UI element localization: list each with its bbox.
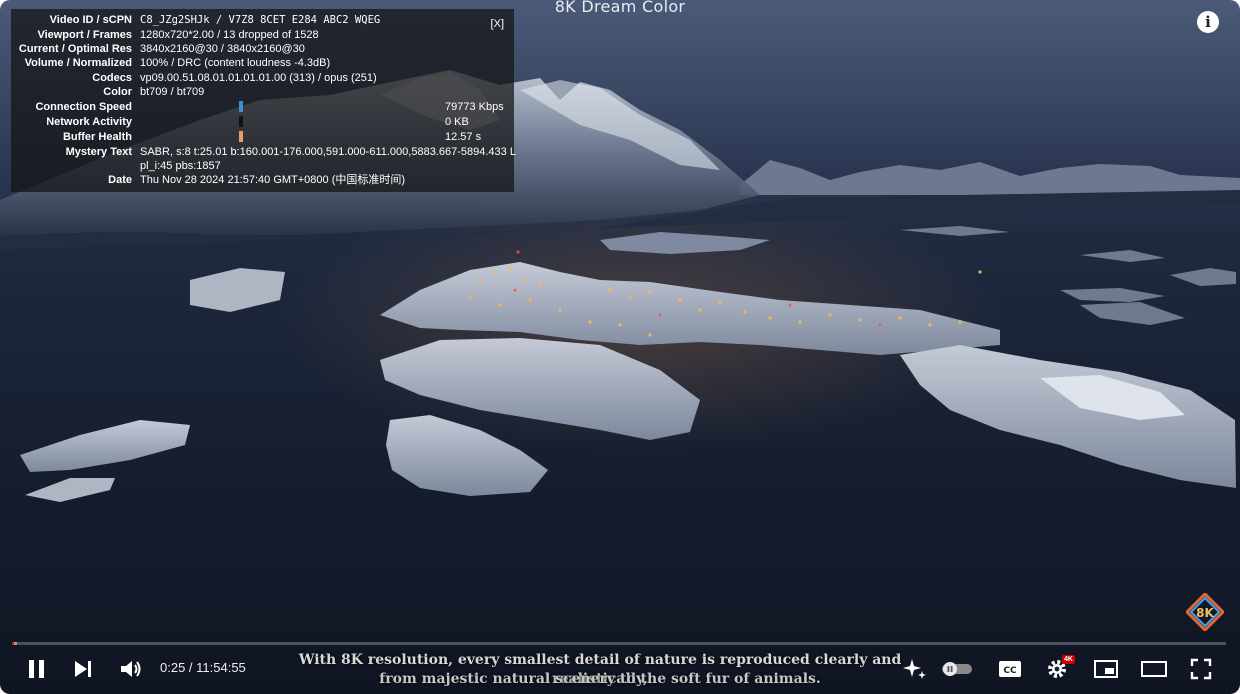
stat-label: Mystery Text	[65, 146, 132, 158]
subtitles-icon[interactable]: CC	[998, 659, 1022, 679]
stat-label: Connection Speed	[35, 101, 132, 113]
stat-label: Network Activity	[46, 116, 132, 128]
stat-row-mystery-text: Mystery Text SABR, s:8 t:25.01 b:160.001…	[11, 145, 516, 160]
svg-text:CC: CC	[1003, 666, 1017, 676]
fullscreen-icon[interactable]	[1190, 658, 1212, 680]
stat-label: Volume / Normalized	[24, 57, 132, 69]
stat-label: Codecs	[92, 72, 132, 84]
volume-icon[interactable]	[119, 658, 143, 680]
stat-row-viewport: Viewport / Frames 1280x720*2.00 / 13 dro…	[11, 28, 514, 43]
sparkle-icon[interactable]	[902, 657, 928, 681]
quality-badge: 4K	[1062, 655, 1075, 664]
stat-value: 100% / DRC (content loudness -4.3dB)	[140, 57, 331, 69]
stat-value: pl_i:45 pbs:1857	[140, 160, 221, 172]
stats-for-nerds-panel: [X] Video ID / sCPN C8_JZg2SHJk / V7Z8 8…	[11, 9, 516, 192]
8k-channel-logo-icon: 8K	[1186, 593, 1224, 631]
stat-value: Thu Nov 28 2024 21:57:40 GMT+0800 (中国标准时…	[140, 174, 406, 186]
stat-value: SABR, s:8 t:25.01 b:160.001-176.000,591.…	[140, 146, 516, 158]
next-icon[interactable]	[73, 659, 95, 679]
stat-value: 0 KB	[445, 116, 469, 128]
buffer-health-bar	[239, 131, 243, 142]
theater-mode-icon[interactable]	[1140, 660, 1168, 678]
stat-label: Color	[103, 86, 132, 98]
stat-value: bt709 / bt709	[140, 86, 205, 98]
stat-value: 3840x2160@30 / 3840x2160@30	[140, 43, 305, 55]
info-icon[interactable]: i	[1197, 11, 1219, 33]
stat-row-volume: Volume / Normalized 100% / DRC (content …	[11, 56, 514, 71]
stat-label: Viewport / Frames	[37, 29, 132, 41]
stat-row-resolution: Current / Optimal Res 3840x2160@30 / 384…	[11, 42, 514, 57]
stat-row-connection-speed: Connection Speed 79773 Kbps	[11, 100, 514, 115]
stat-label: Video ID / sCPN	[49, 14, 132, 26]
stat-row-codecs: Codecs vp09.00.51.08.01.01.01.01.00 (313…	[11, 71, 514, 86]
stat-row-mystery-text-cont: pl_i:45 pbs:1857	[11, 159, 514, 174]
stat-row-network-activity: Network Activity 0 KB	[11, 115, 514, 130]
stat-value: 12.57 s	[445, 131, 482, 143]
time-display: 0:25 / 11:54:55	[160, 660, 246, 675]
badge-text: 8K	[1196, 606, 1214, 620]
stat-row-buffer-health: Buffer Health 12.57 s	[11, 130, 514, 145]
stat-value: 1280x720*2.00 / 13 dropped of 1528	[140, 29, 319, 41]
stat-value: 79773 Kbps	[445, 101, 504, 113]
caption-line-2: from majestic natural scenery to the sof…	[379, 671, 821, 687]
stat-row-video-id: Video ID / sCPN C8_JZg2SHJk / V7Z8 8CET …	[11, 13, 514, 28]
progress-played	[12, 642, 14, 645]
stat-label: Date	[108, 174, 132, 186]
video-player[interactable]: 8K Dream Color [X] Video ID / sCPN C8_JZ…	[0, 0, 1240, 694]
stat-value: vp09.00.51.08.01.01.01.01.00 (313) / opu…	[140, 72, 377, 84]
progress-bar[interactable]	[12, 642, 1226, 645]
stat-value: C8_JZg2SHJk / V7Z8 8CET E284 ABC2 WQEG	[140, 14, 381, 26]
stat-label: Buffer Health	[62, 131, 132, 143]
pause-button[interactable]	[26, 658, 48, 680]
autoplay-toggle[interactable]	[940, 660, 974, 678]
connection-speed-bar	[239, 101, 243, 112]
stat-label: Current / Optimal Res	[18, 43, 132, 55]
stat-row-date: Date Thu Nov 28 2024 21:57:40 GMT+0800 (…	[11, 173, 514, 188]
miniplayer-icon[interactable]	[1093, 659, 1119, 679]
stat-row-color: Color bt709 / bt709	[11, 85, 514, 100]
network-activity-bar	[239, 116, 243, 127]
